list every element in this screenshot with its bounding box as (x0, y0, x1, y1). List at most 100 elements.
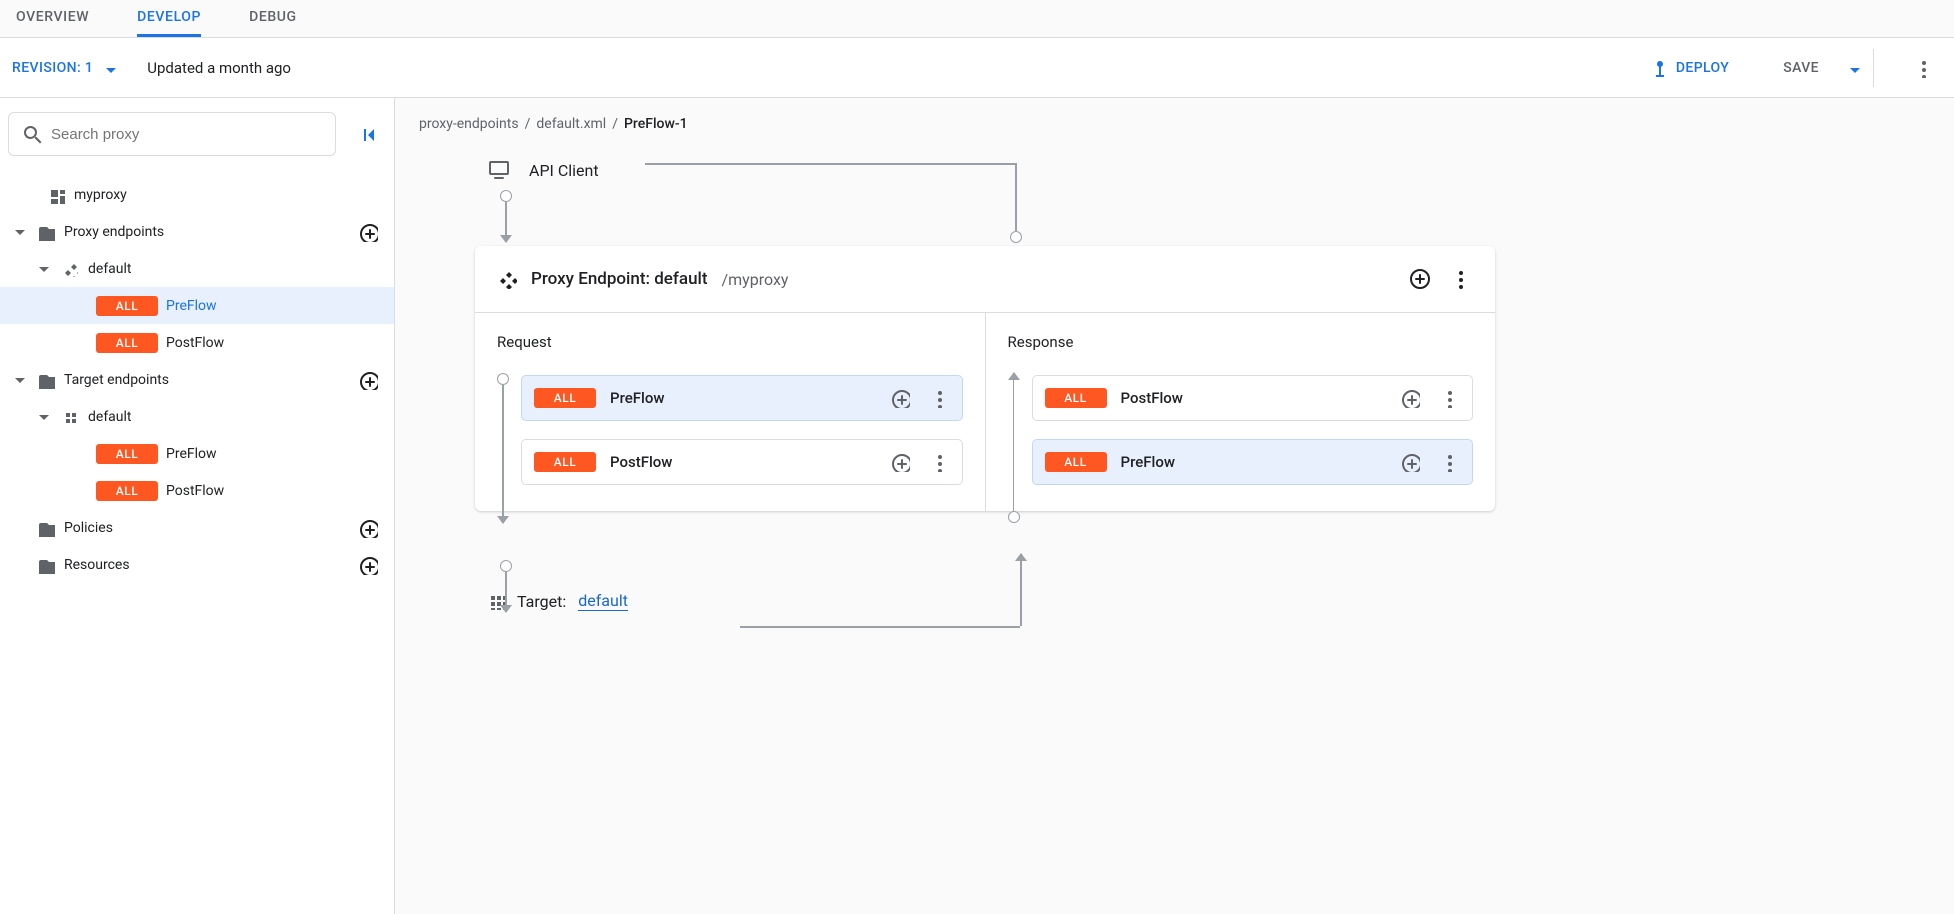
chevron-down-icon (10, 222, 28, 242)
add-resource-button[interactable] (354, 555, 382, 575)
flow-menu[interactable] (926, 386, 950, 410)
tree-proxy-endpoints[interactable]: Proxy endpoints (0, 213, 394, 250)
tree-label: default (88, 261, 382, 277)
monitor-icon (487, 158, 511, 182)
grid-icon (487, 592, 505, 610)
caret-down-icon (1843, 58, 1863, 78)
tree-label: default (88, 409, 382, 425)
tree-target-endpoints[interactable]: Target endpoints (0, 361, 394, 398)
tree-policies[interactable]: Policies (0, 509, 394, 546)
add-step-button[interactable] (1398, 450, 1422, 474)
all-badge: ALL (1045, 388, 1107, 408)
target-label: Target: (517, 592, 566, 611)
tab-debug[interactable]: DEBUG (249, 0, 297, 37)
tree-label: Proxy endpoints (64, 224, 346, 240)
folder-icon (36, 223, 56, 241)
response-title: Response (1008, 333, 1474, 351)
chevron-down-icon (34, 259, 52, 279)
add-step-button[interactable] (888, 450, 912, 474)
canvas: proxy-endpoints/ default.xml/ PreFlow-1 … (395, 98, 1954, 914)
flow-name: PreFlow (1121, 453, 1385, 471)
flow-menu[interactable] (926, 450, 950, 474)
search-wrap (8, 112, 336, 156)
kebab-icon (1912, 58, 1932, 78)
top-tabs: OVERVIEW DEVELOP DEBUG (0, 0, 1954, 38)
target-link[interactable]: default (578, 591, 628, 611)
breadcrumb-item[interactable]: proxy-endpoints (419, 116, 519, 132)
add-proxy-endpoint-button[interactable] (354, 222, 382, 242)
more-menu[interactable] (1902, 58, 1942, 78)
tree-target-preflow[interactable]: ALL PreFlow (0, 435, 394, 472)
chevron-down-icon (34, 407, 52, 427)
revision-dropdown[interactable]: REVISION: 1 (12, 58, 119, 78)
deploy-label: DEPLOY (1676, 60, 1729, 76)
add-flow-button[interactable] (1407, 266, 1433, 292)
breadcrumb-item[interactable]: default.xml (536, 116, 606, 132)
add-policy-button[interactable] (354, 518, 382, 538)
flow-menu[interactable] (1436, 386, 1460, 410)
folder-icon (36, 556, 56, 574)
all-badge: ALL (96, 333, 158, 353)
tree-proxy-preflow[interactable]: ALL PreFlow (0, 287, 394, 324)
proxy-endpoint-card: Proxy Endpoint: default /myproxy Request (475, 246, 1495, 511)
deploy-icon (1648, 58, 1668, 78)
breadcrumb-current: PreFlow-1 (624, 116, 688, 132)
endpoint-icon (497, 269, 517, 289)
all-badge: ALL (96, 481, 158, 501)
request-postflow[interactable]: ALL PostFlow (521, 439, 963, 485)
api-client-label: API Client (529, 161, 599, 180)
request-preflow[interactable]: ALL PreFlow (521, 375, 963, 421)
all-badge: ALL (534, 388, 596, 408)
grid-icon (60, 409, 80, 425)
collapse-sidebar-button[interactable] (350, 123, 386, 145)
flow-menu[interactable] (1436, 450, 1460, 474)
endpoint-path: /myproxy (722, 270, 789, 289)
response-preflow[interactable]: ALL PreFlow (1032, 439, 1474, 485)
tree-resources[interactable]: Resources (0, 546, 394, 583)
dashboard-icon (46, 186, 66, 204)
all-badge: ALL (534, 452, 596, 472)
tree-target-default[interactable]: default (0, 398, 394, 435)
folder-icon (36, 519, 56, 537)
endpoint-icon (60, 261, 80, 277)
endpoint-menu[interactable] (1447, 266, 1473, 292)
tree-target-postflow[interactable]: ALL PostFlow (0, 472, 394, 509)
tree-proxy-default[interactable]: default (0, 250, 394, 287)
tree-proxy-root[interactable]: myproxy (0, 176, 394, 213)
all-badge: ALL (96, 296, 158, 316)
caret-down-icon (99, 58, 119, 78)
flow-name: PreFlow (166, 298, 217, 314)
flow-name: PostFlow (610, 453, 874, 471)
tab-develop[interactable]: DEVELOP (137, 0, 201, 37)
save-button[interactable]: SAVE (1769, 60, 1833, 76)
chevron-down-icon (10, 370, 28, 390)
flow-name: PreFlow (610, 389, 874, 407)
folder-icon (36, 371, 56, 389)
add-step-button[interactable] (1398, 386, 1422, 410)
save-dropdown[interactable] (1833, 58, 1873, 78)
tree-label: Resources (64, 557, 346, 573)
all-badge: ALL (1045, 452, 1107, 472)
tree-label: Target endpoints (64, 372, 346, 388)
add-step-button[interactable] (888, 386, 912, 410)
request-column: Request ALL PreFlow (475, 313, 985, 511)
tree-proxy-postflow[interactable]: ALL PostFlow (0, 324, 394, 361)
all-badge: ALL (96, 444, 158, 464)
flow-name: PreFlow (166, 446, 217, 462)
revision-label: REVISION: 1 (12, 60, 93, 76)
tab-overview[interactable]: OVERVIEW (16, 0, 89, 37)
deploy-button[interactable]: DEPLOY (1636, 58, 1741, 78)
endpoint-title: Proxy Endpoint: default (531, 269, 708, 289)
collapse-icon (357, 123, 379, 145)
request-title: Request (497, 333, 963, 351)
flow-name: PostFlow (166, 335, 224, 351)
revision-updated: Updated a month ago (147, 59, 291, 77)
response-postflow[interactable]: ALL PostFlow (1032, 375, 1474, 421)
add-target-endpoint-button[interactable] (354, 370, 382, 390)
tree-proxy-name: myproxy (74, 187, 382, 203)
revision-bar: REVISION: 1 Updated a month ago DEPLOY S… (0, 38, 1954, 98)
search-icon (21, 123, 43, 145)
tree-label: Policies (64, 520, 346, 536)
breadcrumb: proxy-endpoints/ default.xml/ PreFlow-1 (395, 98, 1954, 150)
search-input[interactable] (9, 113, 335, 155)
